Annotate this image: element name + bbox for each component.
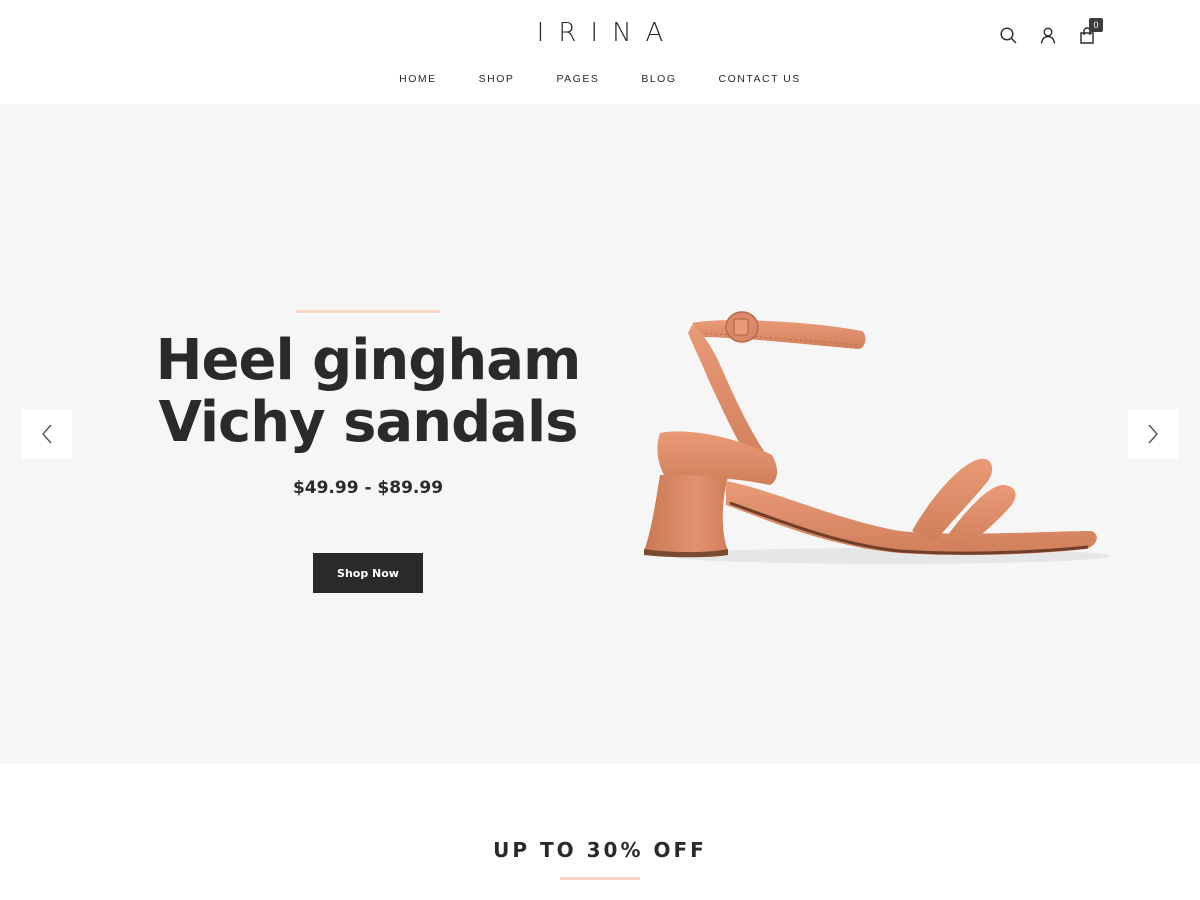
user-icon[interactable] (1038, 22, 1057, 48)
nav-item-contact-us[interactable]: CONTACT US (698, 73, 822, 85)
header-actions: 0 (999, 18, 1103, 48)
cart-count-badge: 0 (1089, 18, 1103, 32)
promo-accent-line (560, 877, 640, 880)
main-nav: HOME SHOP PAGES BLOG CONTACT US (0, 73, 1200, 85)
shopping-bag-icon[interactable]: 0 (1077, 18, 1103, 48)
site-header: IRINA HOME SHOP PAGES BLOG CONTACT US 0 (0, 0, 1200, 104)
chevron-right-icon (1148, 424, 1158, 444)
nav-item-home[interactable]: HOME (378, 73, 458, 85)
nav-item-blog[interactable]: BLOG (620, 73, 697, 85)
hero-title-line-2: Vichy sandals (158, 390, 578, 455)
chevron-left-icon (42, 424, 52, 444)
slider-next-button[interactable] (1128, 409, 1178, 459)
hero-title: Heel gingham Vichy sandals (118, 330, 618, 454)
nav-item-shop[interactable]: SHOP (458, 73, 536, 85)
search-icon[interactable] (999, 22, 1018, 48)
hero-slider: Heel gingham Vichy sandals $49.99 - $89.… (0, 104, 1200, 764)
nav-item-pages[interactable]: PAGES (535, 73, 620, 85)
promo-title: UP TO 30% OFF (493, 838, 707, 862)
hero-accent-line (296, 310, 440, 313)
slider-prev-button[interactable] (22, 409, 72, 459)
hero-price: $49.99 - $89.99 (292, 478, 444, 498)
product-sandal-image[interactable] (630, 299, 1110, 569)
hero-title-line-1: Heel gingham (155, 328, 582, 393)
shop-now-button[interactable]: Shop Now (313, 553, 423, 593)
